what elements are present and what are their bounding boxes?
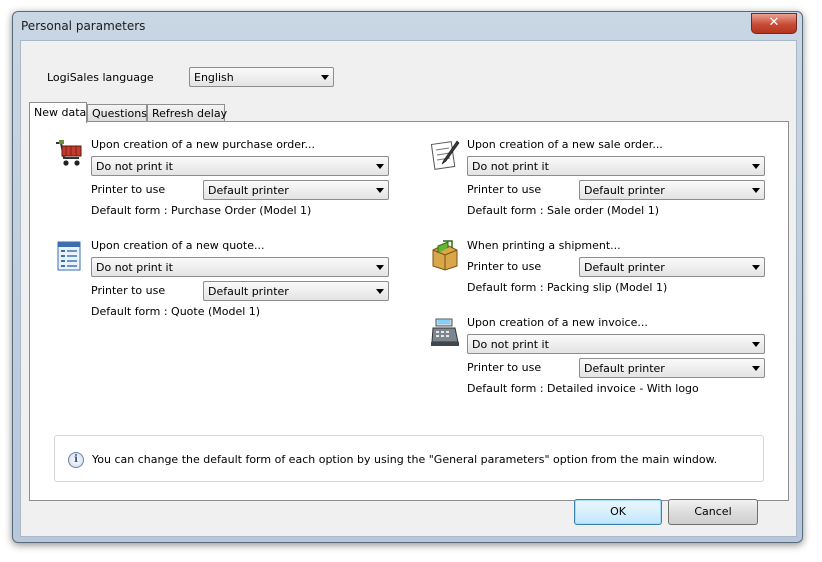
invoice-printer-value: Default printer bbox=[584, 362, 665, 375]
shipment-printer-value: Default printer bbox=[584, 261, 665, 274]
shopping-cart-icon bbox=[56, 140, 82, 166]
sale-print-action-select[interactable]: Do not print it bbox=[467, 156, 765, 176]
shipment-box-icon bbox=[432, 240, 458, 271]
invoice-printer-select[interactable]: Default printer bbox=[579, 358, 765, 378]
title-bar[interactable]: Personal parameters ✕ bbox=[13, 12, 802, 40]
quote-printer-value: Default printer bbox=[208, 285, 289, 298]
invoice-print-action-select[interactable]: Do not print it bbox=[467, 334, 765, 354]
invoice-heading: Upon creation of a new invoice... bbox=[467, 316, 648, 329]
close-icon: ✕ bbox=[768, 15, 780, 30]
sale-printer-value: Default printer bbox=[584, 184, 665, 197]
sale-printer-select[interactable]: Default printer bbox=[579, 180, 765, 200]
quote-document-icon bbox=[57, 241, 81, 271]
quote-printer-label: Printer to use bbox=[91, 284, 166, 297]
chevron-down-icon bbox=[376, 265, 384, 270]
quote-default-form: Default form : Quote (Model 1) bbox=[91, 305, 261, 318]
chevron-down-icon bbox=[752, 164, 760, 169]
quote-print-action-value: Do not print it bbox=[96, 261, 173, 274]
sale-printer-label: Printer to use bbox=[467, 183, 542, 196]
invoice-printer-label: Printer to use bbox=[467, 361, 542, 374]
purchase-printer-label: Printer to use bbox=[91, 183, 166, 196]
cash-register-icon bbox=[431, 318, 459, 346]
invoice-default-form: Default form : Detailed invoice - With l… bbox=[467, 382, 699, 395]
purchase-printer-value: Default printer bbox=[208, 184, 289, 197]
dialog-window: Personal parameters ✕ LogiSales language… bbox=[12, 11, 803, 543]
language-select[interactable]: English bbox=[189, 67, 334, 87]
chevron-down-icon bbox=[376, 164, 384, 169]
sale-order-icon bbox=[430, 140, 460, 170]
shipment-default-form: Default form : Packing slip (Model 1) bbox=[467, 281, 668, 294]
language-value: English bbox=[194, 71, 234, 84]
chevron-down-icon bbox=[752, 265, 760, 270]
sale-heading: Upon creation of a new sale order... bbox=[467, 138, 663, 151]
ok-button[interactable]: OK bbox=[574, 499, 662, 525]
chevron-down-icon bbox=[321, 75, 329, 80]
chevron-down-icon bbox=[752, 342, 760, 347]
chevron-down-icon bbox=[376, 188, 384, 193]
quote-heading: Upon creation of a new quote... bbox=[91, 239, 265, 252]
sale-default-form: Default form : Sale order (Model 1) bbox=[467, 204, 660, 217]
info-text: You can change the default form of each … bbox=[92, 453, 718, 466]
invoice-print-action-value: Do not print it bbox=[472, 338, 549, 351]
info-icon: i bbox=[68, 452, 84, 468]
shipment-printer-label: Printer to use bbox=[467, 260, 542, 273]
tab-new-data[interactable]: New data bbox=[29, 102, 87, 123]
sale-print-action-value: Do not print it bbox=[472, 160, 549, 173]
chevron-down-icon bbox=[376, 289, 384, 294]
tab-refresh-delay[interactable]: Refresh delay bbox=[147, 104, 227, 121]
shipment-heading: When printing a shipment... bbox=[467, 239, 621, 252]
cancel-button[interactable]: Cancel bbox=[668, 499, 758, 525]
new-data-panel: Upon creation of a new purchase order...… bbox=[29, 121, 789, 501]
info-box: i You can change the default form of eac… bbox=[54, 435, 764, 482]
close-button[interactable]: ✕ bbox=[751, 13, 797, 34]
quote-printer-select[interactable]: Default printer bbox=[203, 281, 389, 301]
purchase-printer-select[interactable]: Default printer bbox=[203, 180, 389, 200]
dialog-client-area: LogiSales language English New data Ques… bbox=[20, 40, 797, 537]
window-title: Personal parameters bbox=[21, 19, 146, 33]
purchase-print-action-select[interactable]: Do not print it bbox=[91, 156, 389, 176]
purchase-print-action-value: Do not print it bbox=[96, 160, 173, 173]
language-label: LogiSales language bbox=[47, 71, 154, 84]
shipment-printer-select[interactable]: Default printer bbox=[579, 257, 765, 277]
chevron-down-icon bbox=[752, 366, 760, 371]
chevron-down-icon bbox=[752, 188, 760, 193]
tab-questions[interactable]: Questions bbox=[87, 104, 147, 121]
purchase-heading: Upon creation of a new purchase order... bbox=[91, 138, 316, 151]
quote-print-action-select[interactable]: Do not print it bbox=[91, 257, 389, 277]
purchase-default-form: Default form : Purchase Order (Model 1) bbox=[91, 204, 312, 217]
